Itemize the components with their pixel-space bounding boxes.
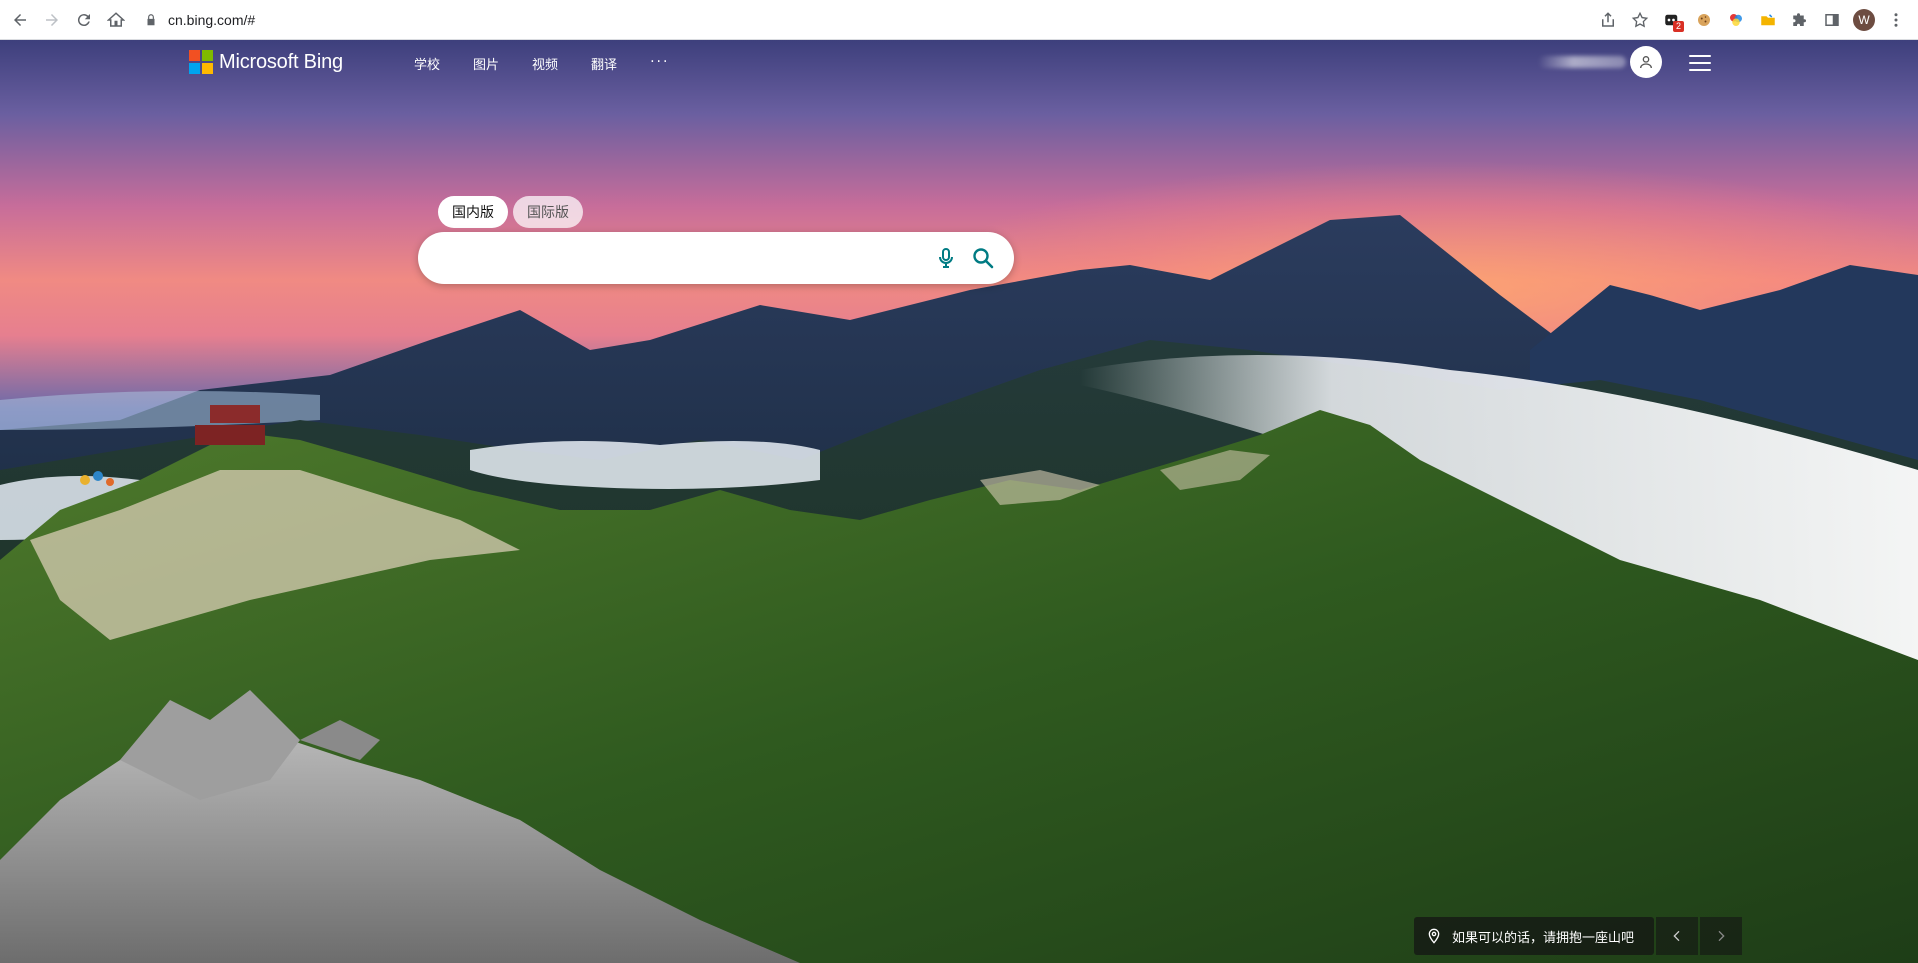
- extension-folder-icon[interactable]: [1754, 6, 1782, 34]
- nav-item-school[interactable]: 学校: [414, 54, 440, 73]
- home-icon[interactable]: [100, 4, 132, 36]
- next-image-button[interactable]: [1700, 917, 1742, 955]
- extension-badge: 2: [1673, 20, 1684, 32]
- search-icon[interactable]: [968, 243, 998, 273]
- profile-avatar[interactable]: W: [1850, 6, 1878, 34]
- forward-icon[interactable]: [36, 4, 68, 36]
- search-input[interactable]: [440, 238, 932, 278]
- chevron-left-icon: [1673, 930, 1680, 942]
- extension-color-icon[interactable]: [1722, 6, 1750, 34]
- nav-item-translate[interactable]: 翻译: [591, 54, 617, 73]
- extensions-puzzle-icon[interactable]: [1786, 6, 1814, 34]
- browser-nav-buttons: [0, 4, 132, 36]
- user-icon[interactable]: [1630, 46, 1662, 78]
- search-box: [418, 232, 1014, 284]
- back-icon[interactable]: [4, 4, 36, 36]
- user-name-blurred: [1538, 56, 1626, 68]
- nav-item-more[interactable]: ···: [650, 54, 669, 73]
- image-info-bar[interactable]: 如果可以的话，请拥抱一座山吧: [1414, 917, 1654, 955]
- address-bar-url: cn.bing.com/#: [168, 11, 256, 28]
- side-panel-icon[interactable]: [1818, 6, 1846, 34]
- lock-icon: [147, 13, 155, 25]
- microsoft-bing-logo[interactable]: Microsoft Bing: [189, 50, 343, 74]
- background-image: [0, 40, 1918, 963]
- tab-international[interactable]: 国际版: [513, 196, 583, 228]
- share-icon[interactable]: [1594, 6, 1622, 34]
- nav-item-images[interactable]: 图片: [473, 54, 499, 73]
- chevron-right-icon: [1718, 930, 1725, 942]
- location-pin-icon: [1428, 928, 1440, 944]
- browser-actions: 2 W: [1594, 6, 1918, 34]
- extension-cat-icon[interactable]: 2: [1658, 6, 1686, 34]
- browser-toolbar: cn.bing.com/# 2 W: [0, 0, 1918, 40]
- extension-cookie-icon[interactable]: [1690, 6, 1718, 34]
- mountain-scene: [0, 215, 1918, 963]
- address-bar[interactable]: cn.bing.com/#: [144, 5, 1594, 35]
- microsoft-logo-icon: [189, 50, 213, 74]
- top-nav: 学校 图片 视频 翻译 ···: [414, 54, 702, 73]
- image-caption: 如果可以的话，请拥抱一座山吧: [1452, 930, 1635, 946]
- logo-text: Microsoft Bing: [219, 50, 343, 73]
- microphone-icon[interactable]: [932, 244, 960, 272]
- reload-icon[interactable]: [68, 4, 100, 36]
- tab-domestic[interactable]: 国内版: [438, 196, 508, 228]
- hamburger-menu-icon[interactable]: [1688, 53, 1712, 73]
- bing-header: Microsoft Bing 学校 图片 视频 翻译 ···: [0, 40, 1918, 88]
- market-tabs: 国内版 国际版: [438, 196, 583, 228]
- profile-initial: W: [1853, 8, 1875, 31]
- nav-item-videos[interactable]: 视频: [532, 54, 558, 73]
- browser-menu-icon[interactable]: [1882, 6, 1910, 34]
- previous-image-button[interactable]: [1656, 917, 1698, 955]
- user-area[interactable]: [1538, 46, 1662, 78]
- bookmark-star-icon[interactable]: [1626, 6, 1654, 34]
